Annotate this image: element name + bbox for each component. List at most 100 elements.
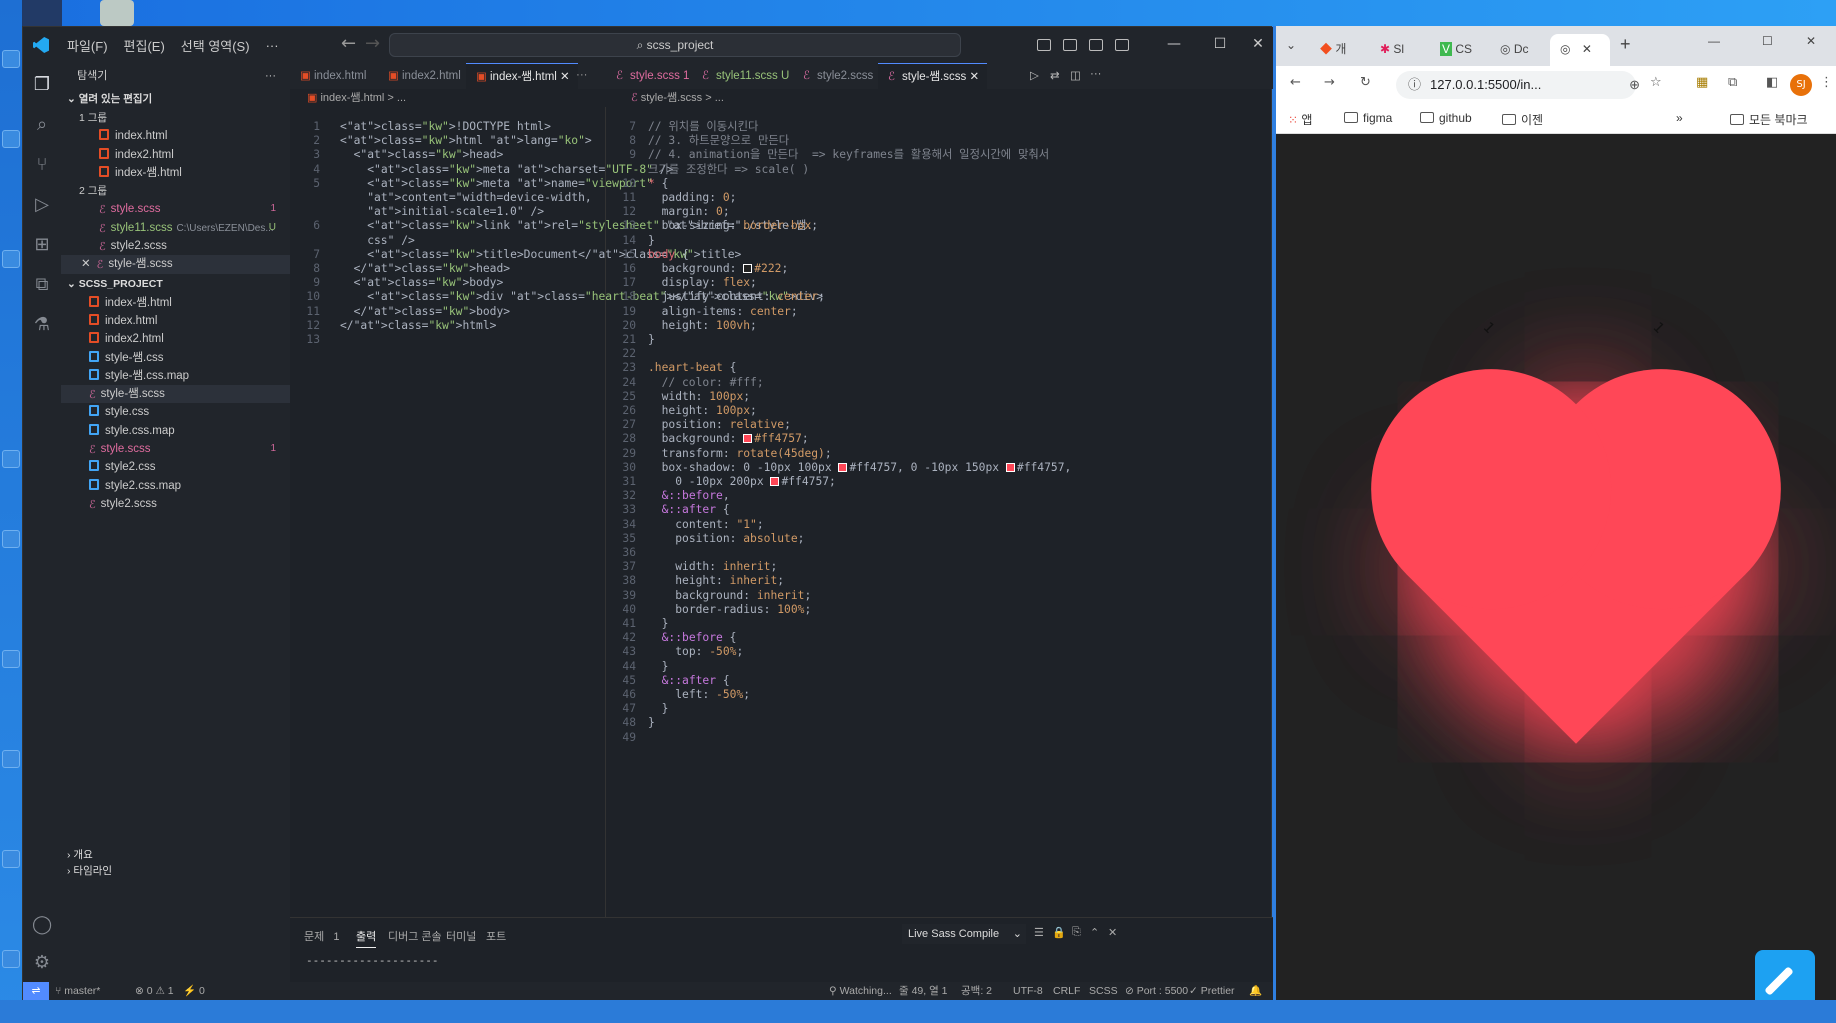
code-line[interactable]: 크기를 조정한다 => scale( ) <box>648 162 809 179</box>
desktop-icon[interactable] <box>2 950 20 968</box>
project-file-item[interactable]: index-쌤.html <box>61 294 290 312</box>
open-editor-item[interactable]: ℰstyle2.scss <box>61 237 290 255</box>
settings-gear-icon[interactable]: ⚙ <box>32 953 52 973</box>
open-editor-item-active[interactable]: ✕ ℰstyle-쌤.scss <box>61 255 290 274</box>
toggle-sidebar-icon[interactable] <box>1037 39 1051 51</box>
site-info-icon[interactable]: ⓘ <box>1408 71 1421 99</box>
back-arrow-icon[interactable]: ← <box>341 33 356 54</box>
timeline-section[interactable]: › 타임라인 <box>61 861 112 881</box>
project-file-item[interactable]: index2.html <box>61 330 290 348</box>
project-file-item[interactable]: index.html <box>61 312 290 330</box>
tab-index-ssam-html[interactable]: ▣ index-쌤.html ✕ <box>466 63 578 89</box>
maximize-icon[interactable]: ☐ <box>1762 34 1773 48</box>
chrome-menu-icon[interactable]: ⋮ <box>1820 75 1833 90</box>
encoding[interactable]: UTF-8 <box>1013 982 1043 1001</box>
close-icon[interactable]: ✕ <box>1582 42 1592 56</box>
sass-watching[interactable]: ⚲ Watching... <box>829 982 892 1001</box>
close-icon[interactable]: ✕ <box>81 258 91 270</box>
clear-output-icon[interactable]: ⎘ <box>1072 926 1081 939</box>
bookmark-github[interactable]: github <box>1420 111 1472 125</box>
split-editor-icon[interactable]: ◫ <box>1070 68 1081 82</box>
breadcrumb-left[interactable]: ▣ index-쌤.html > ... <box>307 89 406 107</box>
desktop-app-icon[interactable] <box>100 0 134 26</box>
project-file-item[interactable]: style-쌤.css.map <box>61 367 290 385</box>
desktop-icon[interactable] <box>2 850 20 868</box>
open-editors-header[interactable]: ⌄ 열려 있는 편집기 <box>61 89 290 109</box>
ports-indicator[interactable]: ⚡ 0 <box>183 982 205 1001</box>
source-control-icon[interactable]: ⑂ <box>32 155 52 175</box>
back-arrow-icon[interactable]: ← <box>1290 75 1301 90</box>
project-file-item[interactable]: style2.css <box>61 458 290 476</box>
bookmark-star-icon[interactable]: ☆ <box>1650 75 1662 90</box>
open-editor-item[interactable]: index.html <box>61 127 290 145</box>
tab-output[interactable]: 출력 <box>356 928 377 948</box>
close-icon[interactable]: ✕ <box>969 71 979 83</box>
language-mode[interactable]: SCSS <box>1089 982 1118 1001</box>
list-icon[interactable]: ☰ <box>1034 926 1044 939</box>
code-line[interactable]: } <box>648 332 655 349</box>
project-file-item[interactable]: style.css <box>61 403 290 421</box>
tab-style11-scss[interactable]: ℰstyle11.scss U <box>692 63 797 89</box>
profile-avatar[interactable]: SJ <box>1790 74 1812 96</box>
run-icon[interactable]: ▷ <box>1030 68 1039 82</box>
code-line[interactable]: </"at">class="kw">html> <box>340 318 496 335</box>
zoom-icon[interactable]: ⊕ <box>1629 71 1640 99</box>
customize-layout-icon[interactable] <box>1115 39 1129 51</box>
all-bookmarks[interactable]: 모든 북마크 <box>1730 111 1808 128</box>
browser-tab[interactable]: V CS <box>1440 34 1472 66</box>
code-line[interactable]: height: 100vh; <box>648 318 757 335</box>
tab-problems[interactable]: 문제 1 <box>304 928 339 944</box>
search-icon[interactable]: ⌕ <box>32 115 52 135</box>
browser-tab[interactable]: ◎ Dc <box>1500 34 1529 66</box>
toggle-panel-icon[interactable] <box>1063 39 1077 51</box>
explorer-icon[interactable]: ❐ <box>32 75 52 95</box>
breadcrumb-right[interactable]: ℰ style-쌤.scss > ... <box>631 89 724 107</box>
toggle-secondary-sidebar-icon[interactable] <box>1089 39 1103 51</box>
project-file-item[interactable]: ℰstyle.scss 1 <box>61 440 290 458</box>
desktop-icon[interactable] <box>2 650 20 668</box>
menu-selection[interactable]: 선택 영역(S) <box>173 36 258 55</box>
bookmark-figma[interactable]: figma <box>1344 111 1392 125</box>
open-editor-item[interactable]: ℰstyle.scss 1 <box>61 200 290 218</box>
indent-spaces[interactable]: 공백: 2 <box>961 982 992 1001</box>
project-file-item[interactable]: ℰstyle-쌤.scss <box>61 385 290 404</box>
address-bar[interactable]: ⓘ 127.0.0.1:5500/in... ⊕ <box>1396 71 1640 99</box>
output-channel-select[interactable]: Live Sass Compile ⌄ <box>902 924 1026 944</box>
code-line[interactable]: position: absolute; <box>648 531 804 548</box>
more-actions-icon[interactable]: ··· <box>1090 68 1102 80</box>
prettier-status[interactable]: ✓ Prettier <box>1189 982 1235 1001</box>
html-editor[interactable]: 1 <"at">class="kw">!DOCTYPE html> 2 <"at">c… <box>290 107 823 917</box>
more-actions-icon[interactable]: ··· <box>265 63 276 89</box>
desktop-icon[interactable] <box>2 450 20 468</box>
account-icon[interactable]: ◯ <box>32 915 52 935</box>
minimize-icon[interactable]: — <box>1708 34 1720 48</box>
cursor-position[interactable]: 줄 49, 열 1 <box>899 982 948 1001</box>
project-file-item[interactable]: style.css.map <box>61 422 290 440</box>
open-editor-item[interactable]: index-쌤.html <box>61 164 290 182</box>
notifications-icon[interactable]: 🔔 <box>1249 982 1262 1001</box>
desktop-icon[interactable] <box>2 750 20 768</box>
project-file-item[interactable]: style-쌤.css <box>61 349 290 367</box>
desktop-app-icon[interactable] <box>22 0 62 26</box>
new-tab-icon[interactable]: + <box>1620 34 1631 55</box>
menu-file[interactable]: 파일(F) <box>59 36 116 55</box>
run-debug-icon[interactable]: ▷ <box>32 195 52 215</box>
compare-icon[interactable]: ⇄ <box>1050 68 1060 82</box>
group1-header[interactable]: 1 그룹 <box>61 109 290 127</box>
reload-icon[interactable]: ↻ <box>1360 75 1371 90</box>
maximize-panel-icon[interactable]: ⌃ <box>1090 926 1099 939</box>
desktop-icon[interactable] <box>2 130 20 148</box>
extensions-puzzle-icon[interactable]: ⧉ <box>1728 75 1737 90</box>
minimize-icon[interactable]: — <box>1151 27 1197 63</box>
forward-arrow-icon[interactable]: → <box>1324 75 1335 90</box>
browser-tab[interactable]: ◆ 개 <box>1320 34 1346 66</box>
tab-index2-html[interactable]: ▣ index2.html <box>378 63 469 89</box>
tab-style-ssam-scss[interactable]: ℰstyle-쌤.scss ✕ <box>878 63 988 89</box>
remote-indicator-icon[interactable]: ⇌ <box>23 982 49 1001</box>
bookmark-ezen[interactable]: 이젠 <box>1502 111 1543 128</box>
menu-edit[interactable]: 편집(E) <box>116 36 173 55</box>
close-panel-icon[interactable]: ✕ <box>1108 926 1117 939</box>
extension-icon[interactable]: ▦ <box>1696 75 1708 90</box>
open-editor-item[interactable]: ℰstyle11.scss C:\Users\EZEN\Des... U <box>61 219 290 237</box>
tab-terminal[interactable]: 터미널 <box>446 928 476 944</box>
